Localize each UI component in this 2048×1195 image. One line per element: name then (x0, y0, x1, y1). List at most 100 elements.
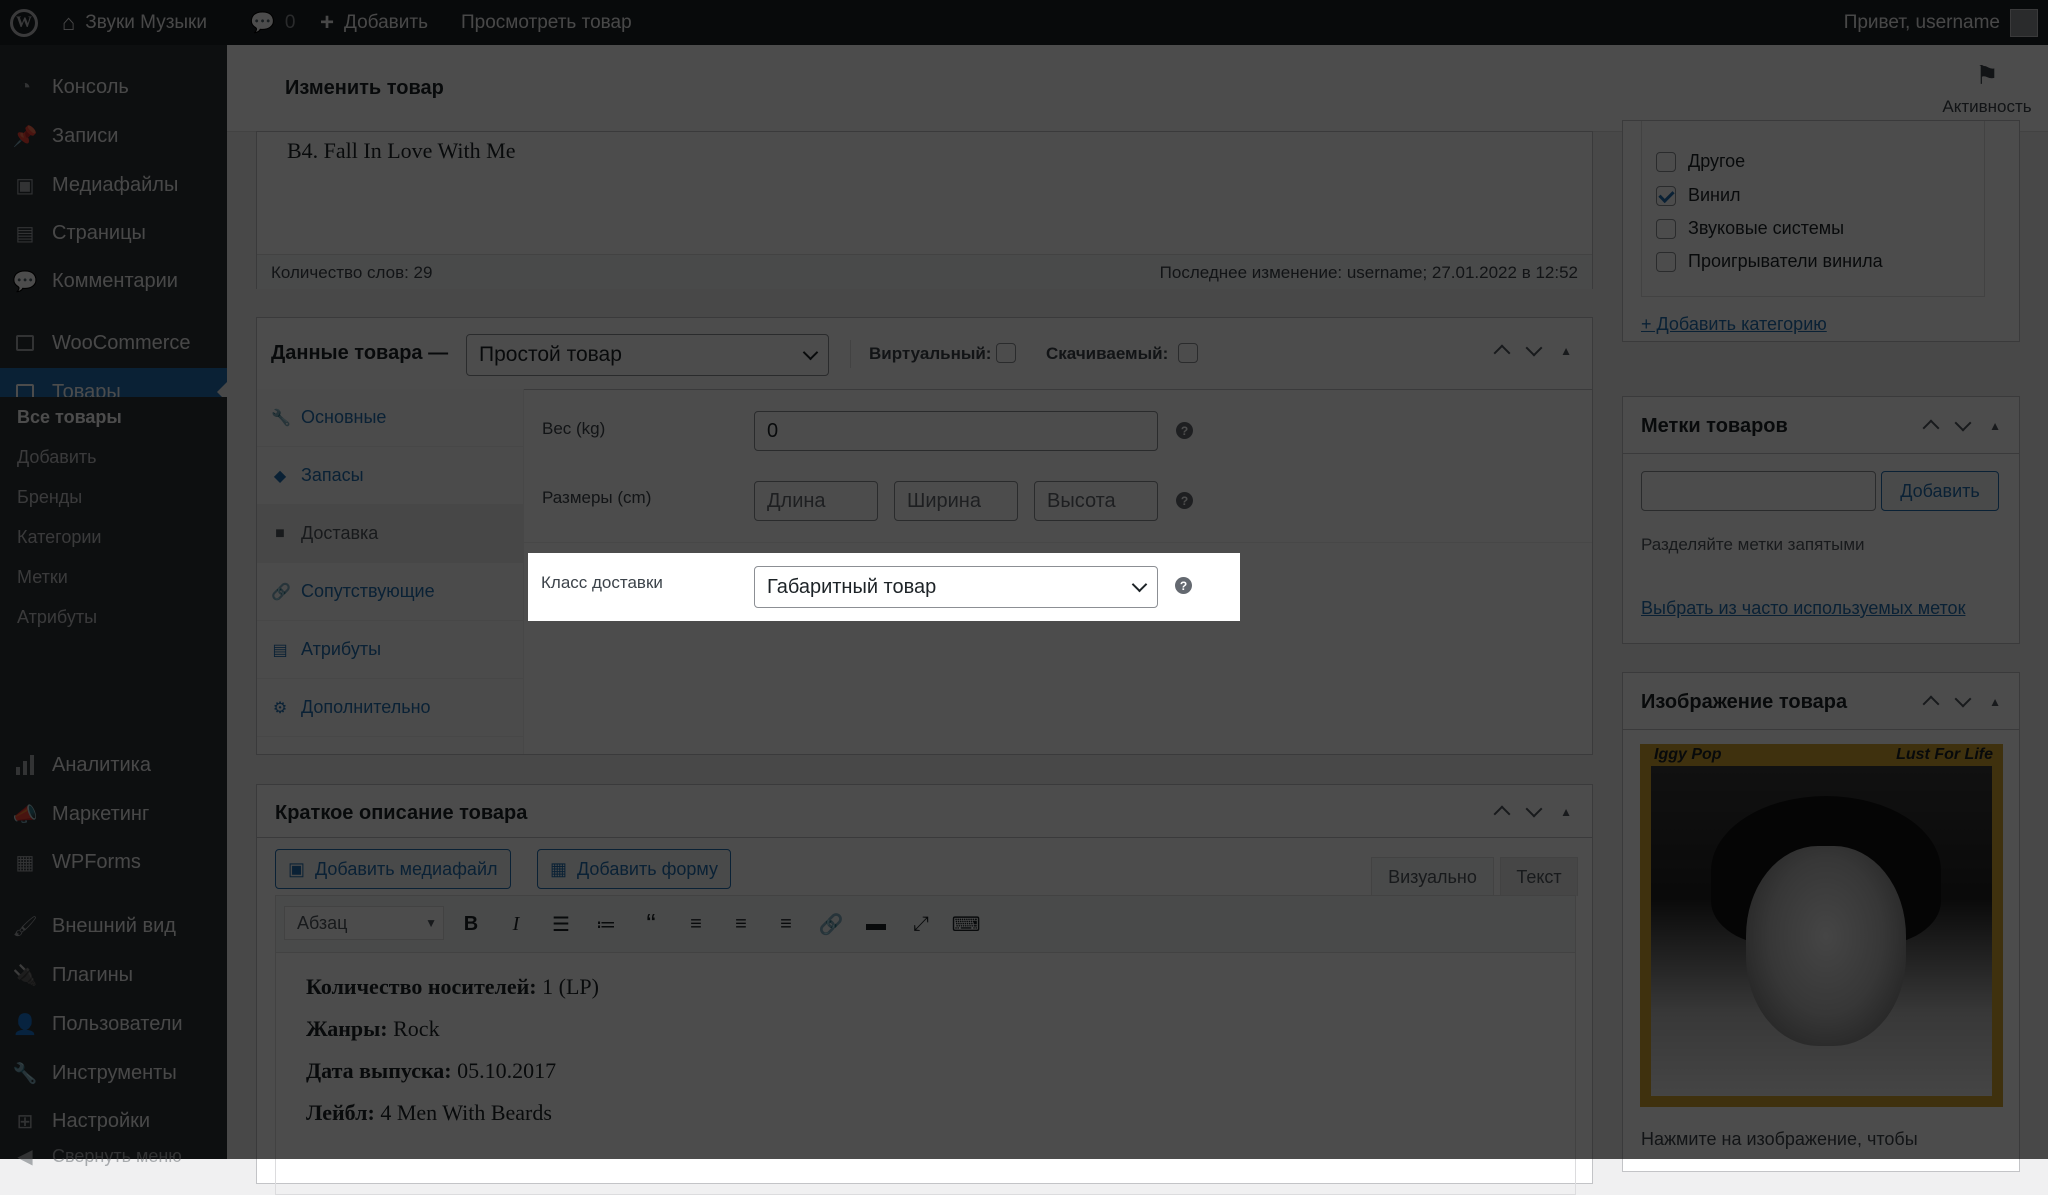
box-controls: ▲ (1493, 800, 1572, 823)
move-down-icon[interactable] (1525, 339, 1543, 357)
dashboard-icon: ◔ (18, 75, 32, 98)
menu-item-analytics[interactable]: Аналитика (0, 741, 227, 789)
numbered-list-icon[interactable]: ≔ (589, 902, 623, 946)
tab-shipping[interactable]: ■ Доставка (257, 505, 523, 563)
add-tag-button[interactable]: Добавить (1881, 471, 1999, 511)
toggle-panel-icon[interactable]: ▲ (1989, 419, 2001, 433)
product-data-title: Данные товара — (271, 342, 449, 364)
activity-button[interactable]: ⚑ Активность (1932, 61, 2042, 117)
wordpress-logo-icon[interactable]: W (10, 0, 38, 45)
category-item[interactable]: Другое (1656, 151, 1745, 172)
add-new-link[interactable]: + Добавить (320, 0, 428, 45)
submenu-tags[interactable]: Метки (17, 567, 68, 588)
menu-item-marketing[interactable]: 📣 Маркетинг (0, 790, 227, 838)
virtual-checkbox[interactable] (996, 343, 1016, 363)
category-label: Звуковые системы (1688, 218, 1845, 238)
menu-item-comments[interactable]: 💬 Комментарии (0, 257, 227, 305)
content-line[interactable]: Количество носителей: 1 (LP) (306, 974, 599, 1000)
menu-item-posts[interactable]: 📌 Записи (0, 112, 227, 160)
site-name-link[interactable]: ⌂ Звуки Музыки (62, 0, 207, 45)
move-up-icon[interactable] (1493, 344, 1511, 362)
tab-general[interactable]: 🔧 Основные (257, 389, 523, 447)
content-line[interactable]: Жанры: Rock (306, 1016, 440, 1042)
move-up-icon[interactable] (1922, 695, 1940, 713)
tab-text[interactable]: Текст (1500, 857, 1578, 896)
height-input[interactable]: Высота (1034, 481, 1158, 521)
bold-icon[interactable]: B (454, 902, 488, 946)
content-line[interactable]: Дата выпуска: 05.10.2017 (306, 1058, 556, 1084)
submenu-attributes[interactable]: Атрибуты (17, 607, 97, 628)
toggle-panel-icon[interactable]: ▲ (1560, 805, 1572, 819)
editor-text[interactable]: B4. Fall In Love With Me (287, 138, 515, 164)
menu-item-appearance[interactable]: 🖌 Внешний вид (0, 902, 227, 950)
downloadable-checkbox[interactable] (1178, 343, 1198, 363)
menu-item-users[interactable]: 👤 Пользователи (0, 1000, 227, 1048)
italic-icon[interactable]: I (499, 902, 533, 946)
category-checkbox[interactable] (1656, 218, 1676, 239)
menu-item-dashboard[interactable]: ◔ Консоль (0, 63, 227, 111)
menu-item-woocommerce[interactable]: WooCommerce (0, 319, 227, 367)
add-category-link[interactable]: + Добавить категорию (1641, 314, 1827, 335)
move-down-icon[interactable] (1954, 414, 1972, 432)
add-form-button[interactable]: ▦ Добавить форму (537, 849, 731, 889)
content-value: 1 (LP) (536, 974, 599, 999)
category-checkbox[interactable] (1656, 151, 1676, 172)
menu-item-media[interactable]: ▣ Медиафайлы (0, 161, 227, 209)
keyboard-icon[interactable]: ⌨ (949, 902, 983, 946)
editor-toolbar: Абзац ▼ B I ☰ ≔ “ ≡ ≡ ≡ 🔗 ▬ ⤢ ⌨ (276, 896, 1575, 953)
product-image[interactable]: Iggy Pop Lust For Life (1640, 744, 2003, 1107)
menu-item-pages[interactable]: ▤ Страницы (0, 209, 227, 257)
box-controls: ▲ (1922, 690, 2001, 713)
menu-item-plugins[interactable]: 🔌 Плагины (0, 951, 227, 999)
category-item[interactable]: Звуковые системы (1656, 218, 1844, 239)
view-product-link[interactable]: Просмотреть товар (461, 0, 632, 45)
length-input[interactable]: Длина (754, 481, 878, 521)
toggle-panel-icon[interactable]: ▲ (1989, 695, 2001, 709)
choose-tags-link[interactable]: Выбрать из часто используемых меток (1641, 598, 1965, 619)
tab-inventory[interactable]: ◆ Запасы (257, 447, 523, 505)
menu-item-tools[interactable]: 🔧 Инструменты (0, 1049, 227, 1097)
tab-linked-products[interactable]: 🔗 Сопутствующие (257, 563, 523, 621)
align-center-icon[interactable]: ≡ (724, 902, 758, 946)
submenu-brands[interactable]: Бренды (17, 487, 82, 508)
fullscreen-icon[interactable]: ⤢ (904, 902, 938, 946)
tag-input[interactable] (1641, 471, 1876, 511)
submenu-all-products[interactable]: Все товары (17, 407, 122, 428)
product-type-select[interactable]: Простой товар (466, 334, 829, 376)
tab-attributes[interactable]: ▤ Атрибуты (257, 621, 523, 679)
bullet-list-icon[interactable]: ☰ (544, 902, 578, 946)
content-value: 4 Men With Beards (374, 1100, 552, 1125)
menu-item-wpforms[interactable]: ▦ WPForms (0, 838, 227, 886)
help-icon[interactable]: ? (1176, 422, 1193, 439)
width-input[interactable]: Ширина (894, 481, 1018, 521)
category-checkbox[interactable] (1656, 185, 1676, 206)
blockquote-icon[interactable]: “ (634, 902, 668, 946)
move-up-icon[interactable] (1493, 805, 1511, 823)
tab-advanced[interactable]: ⚙ Дополнительно (257, 679, 523, 737)
weight-input[interactable]: 0 (754, 411, 1158, 451)
collapse-menu-button[interactable]: ◀ Свернуть меню (0, 1135, 227, 1177)
category-item[interactable]: Проигрыватели винила (1656, 251, 1883, 272)
format-select[interactable]: Абзац ▼ (284, 906, 444, 940)
submenu-categories[interactable]: Категории (17, 527, 101, 548)
content-line[interactable]: Лейбл: 4 Men With Beards (306, 1100, 552, 1126)
account-menu[interactable]: Привет, username (1844, 0, 2038, 45)
toggle-panel-icon[interactable]: ▲ (1560, 344, 1572, 358)
add-media-button[interactable]: ▣ Добавить медиафайл (275, 849, 511, 889)
help-icon[interactable]: ? (1175, 577, 1192, 594)
category-checkbox[interactable] (1656, 251, 1676, 272)
align-left-icon[interactable]: ≡ (679, 902, 713, 946)
shipping-class-select[interactable]: Габаритный товар (754, 566, 1158, 608)
comments-link[interactable]: 💬 0 (250, 0, 295, 45)
move-up-icon[interactable] (1922, 419, 1940, 437)
help-icon[interactable]: ? (1176, 492, 1193, 509)
link-icon[interactable]: 🔗 (814, 902, 848, 946)
move-down-icon[interactable] (1954, 690, 1972, 708)
move-down-icon[interactable] (1525, 800, 1543, 818)
submenu-add[interactable]: Добавить (17, 447, 97, 468)
content-key: Дата выпуска: (306, 1058, 452, 1083)
align-right-icon[interactable]: ≡ (769, 902, 803, 946)
read-more-icon[interactable]: ▬ (859, 902, 893, 946)
tab-visual[interactable]: Визуально (1371, 857, 1494, 896)
category-item[interactable]: Винил (1656, 185, 1741, 206)
